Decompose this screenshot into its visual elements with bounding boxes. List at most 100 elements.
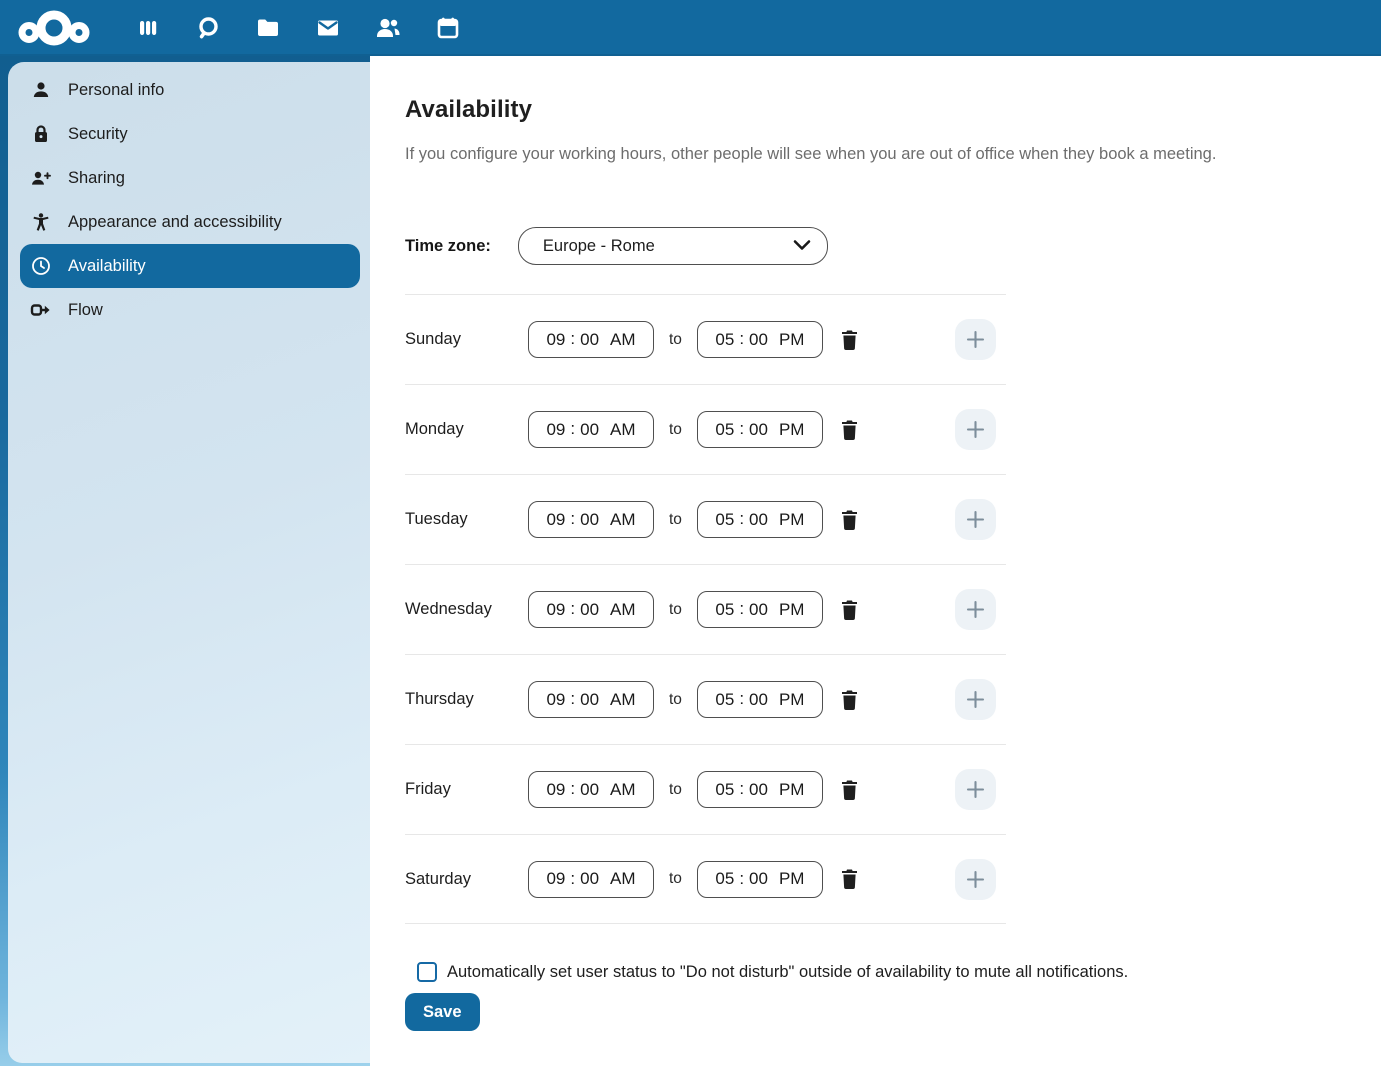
delete-slot-button[interactable] [836,774,864,806]
time-separator: : [570,869,575,889]
hour-value: 09 [546,780,565,800]
delete-slot-button[interactable] [836,594,864,626]
add-slot-button[interactable] [955,319,996,360]
ampm-value: PM [779,510,805,530]
nextcloud-logo-icon [16,6,92,50]
files-app-button[interactable] [246,6,290,50]
add-slot-button[interactable] [955,859,996,900]
to-label: to [669,601,682,619]
time-separator: : [570,419,575,439]
add-slot-button[interactable] [955,679,996,720]
minute-value: 00 [580,780,599,800]
end-time-input[interactable]: 05:00PM [697,411,823,448]
sidebar-item-availability[interactable]: Availability [20,244,360,288]
end-time-input[interactable]: 05:00PM [697,321,823,358]
sidebar-item-label: Availability [68,257,146,276]
trash-icon [840,419,859,441]
hour-value: 05 [715,869,734,889]
dnd-checkbox-row: Automatically set user status to "Do not… [405,962,1381,982]
sidebar-background: Personal info Security Sharing [0,56,370,1066]
timezone-selected-value: Europe - Rome [543,237,655,256]
delete-slot-button[interactable] [836,504,864,536]
nextcloud-logo[interactable] [16,6,92,50]
dnd-checkbox[interactable] [417,962,437,982]
day-label: Wednesday [405,600,528,619]
sidebar-item-flow[interactable]: Flow [20,288,360,332]
add-slot-button[interactable] [955,769,996,810]
end-time-input[interactable]: 05:00PM [697,501,823,538]
time-separator: : [739,689,744,709]
add-slot-button[interactable] [955,499,996,540]
delete-slot-button[interactable] [836,414,864,446]
availability-row-friday: Friday 09:00AM to 05:00PM [405,744,1006,834]
availability-row-saturday: Saturday 09:00AM to 05:00PM [405,834,1006,924]
sidebar-item-personal-info[interactable]: Personal info [20,68,360,112]
time-separator: : [570,329,575,349]
start-time-input[interactable]: 09:00AM [528,681,654,718]
delete-slot-button[interactable] [836,863,864,895]
ampm-value: AM [610,510,636,530]
mail-app-button[interactable] [306,6,350,50]
search-button[interactable] [186,6,230,50]
ampm-value: AM [610,869,636,889]
ampm-value: PM [779,780,805,800]
ampm-value: PM [779,330,805,350]
minute-value: 00 [749,780,768,800]
start-time-input[interactable]: 09:00AM [528,591,654,628]
trash-icon [840,509,859,531]
weekly-availability-list: Sunday 09:00AM to 05:00PM Monday [405,294,1006,924]
time-separator: : [739,509,744,529]
plus-icon [965,869,986,890]
user-plus-icon [30,167,52,189]
add-slot-button[interactable] [955,409,996,450]
add-slot-button[interactable] [955,589,996,630]
start-time-input[interactable]: 09:00AM [528,501,654,538]
calendar-app-button[interactable] [426,6,470,50]
ampm-value: PM [779,420,805,440]
availability-settings-panel: Availability If you configure your worki… [370,56,1381,1066]
plus-icon [965,419,986,440]
user-icon [30,79,52,101]
sidebar-item-appearance-accessibility[interactable]: Appearance and accessibility [20,200,360,244]
timezone-row: Time zone: Europe - Rome [405,227,1381,265]
time-separator: : [570,689,575,709]
start-time-input[interactable]: 09:00AM [528,411,654,448]
timezone-select[interactable]: Europe - Rome [518,227,828,265]
end-time-input[interactable]: 05:00PM [697,861,823,898]
hour-value: 09 [546,869,565,889]
clock-icon [30,255,52,277]
sidebar-item-sharing[interactable]: Sharing [20,156,360,200]
save-button[interactable]: Save [405,993,480,1031]
hour-value: 09 [546,330,565,350]
hour-value: 05 [715,690,734,710]
start-time-input[interactable]: 09:00AM [528,861,654,898]
dashboard-app-button[interactable] [126,6,170,50]
end-time-input[interactable]: 05:00PM [697,681,823,718]
sidebar-item-label: Flow [68,301,103,320]
trash-icon [840,599,859,621]
time-separator: : [739,419,744,439]
day-label: Friday [405,780,528,799]
ampm-value: AM [610,690,636,710]
trash-icon [840,689,859,711]
minute-value: 00 [580,420,599,440]
to-label: to [669,421,682,439]
end-time-input[interactable]: 05:00PM [697,591,823,628]
delete-slot-button[interactable] [836,684,864,716]
availability-row-tuesday: Tuesday 09:00AM to 05:00PM [405,474,1006,564]
plus-icon [965,509,986,530]
hour-value: 05 [715,780,734,800]
hour-value: 09 [546,510,565,530]
delete-slot-button[interactable] [836,324,864,356]
dashboard-icon [135,15,161,41]
search-icon [194,14,222,42]
minute-value: 00 [580,690,599,710]
contacts-app-button[interactable] [366,6,410,50]
top-navigation-bar [0,0,1381,56]
end-time-input[interactable]: 05:00PM [697,771,823,808]
start-time-input[interactable]: 09:00AM [528,771,654,808]
sidebar-item-label: Security [68,125,128,144]
start-time-input[interactable]: 09:00AM [528,321,654,358]
time-separator: : [739,599,744,619]
sidebar-item-security[interactable]: Security [20,112,360,156]
